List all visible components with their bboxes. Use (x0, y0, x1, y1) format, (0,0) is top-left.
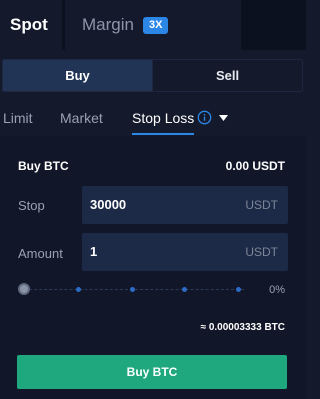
buy-btc-button[interactable]: Buy BTC (17, 355, 287, 389)
tab-spot[interactable]: Spot (0, 0, 62, 50)
stop-price-input[interactable]: 30000 USDT (82, 186, 288, 224)
tab-stop-loss[interactable]: Stop Loss (132, 110, 195, 135)
slider-step-25[interactable] (76, 287, 81, 292)
estimated-btc: ≈ 0.00003333 BTC (200, 322, 285, 333)
form-title: Buy BTC (18, 159, 69, 173)
amount-value: 1 (90, 244, 98, 259)
slider-step-75[interactable] (182, 287, 187, 292)
buy-sell-toggle: Buy Sell (2, 59, 303, 92)
tab-margin-label: Margin (82, 15, 134, 34)
tab-limit[interactable]: Limit (3, 110, 33, 126)
sell-side-button[interactable]: Sell (152, 60, 302, 91)
order-type-tabs: Limit Market Stop Loss (0, 102, 306, 136)
leverage-badge: 3X (142, 16, 169, 34)
slider-step-50[interactable] (130, 287, 135, 292)
stop-price-unit: USDT (245, 198, 278, 212)
available-balance: 0.00 USDT (225, 159, 285, 173)
tab-margin[interactable]: Margin 3X (65, 0, 241, 50)
amount-percent-slider[interactable] (18, 282, 246, 298)
amount-label: Amount (18, 246, 63, 261)
info-circle-icon[interactable] (197, 110, 212, 125)
stop-label: Stop (18, 198, 45, 213)
tab-spot-label: Spot (10, 15, 48, 34)
slider-percent: 0% (269, 284, 285, 296)
amount-input[interactable]: 1 USDT (82, 233, 288, 271)
slider-step-100[interactable] (236, 287, 241, 292)
stop-price-value: 30000 (90, 197, 127, 212)
tab-market[interactable]: Market (60, 110, 103, 126)
buy-side-button[interactable]: Buy (3, 60, 152, 91)
amount-unit: USDT (245, 245, 278, 259)
caret-down-icon[interactable] (219, 115, 228, 121)
market-type-tabs: Spot Margin 3X (0, 0, 306, 50)
slider-handle[interactable] (18, 283, 30, 295)
order-form: Buy BTC 0.00 USDT Stop 30000 USDT Amount… (0, 136, 306, 399)
